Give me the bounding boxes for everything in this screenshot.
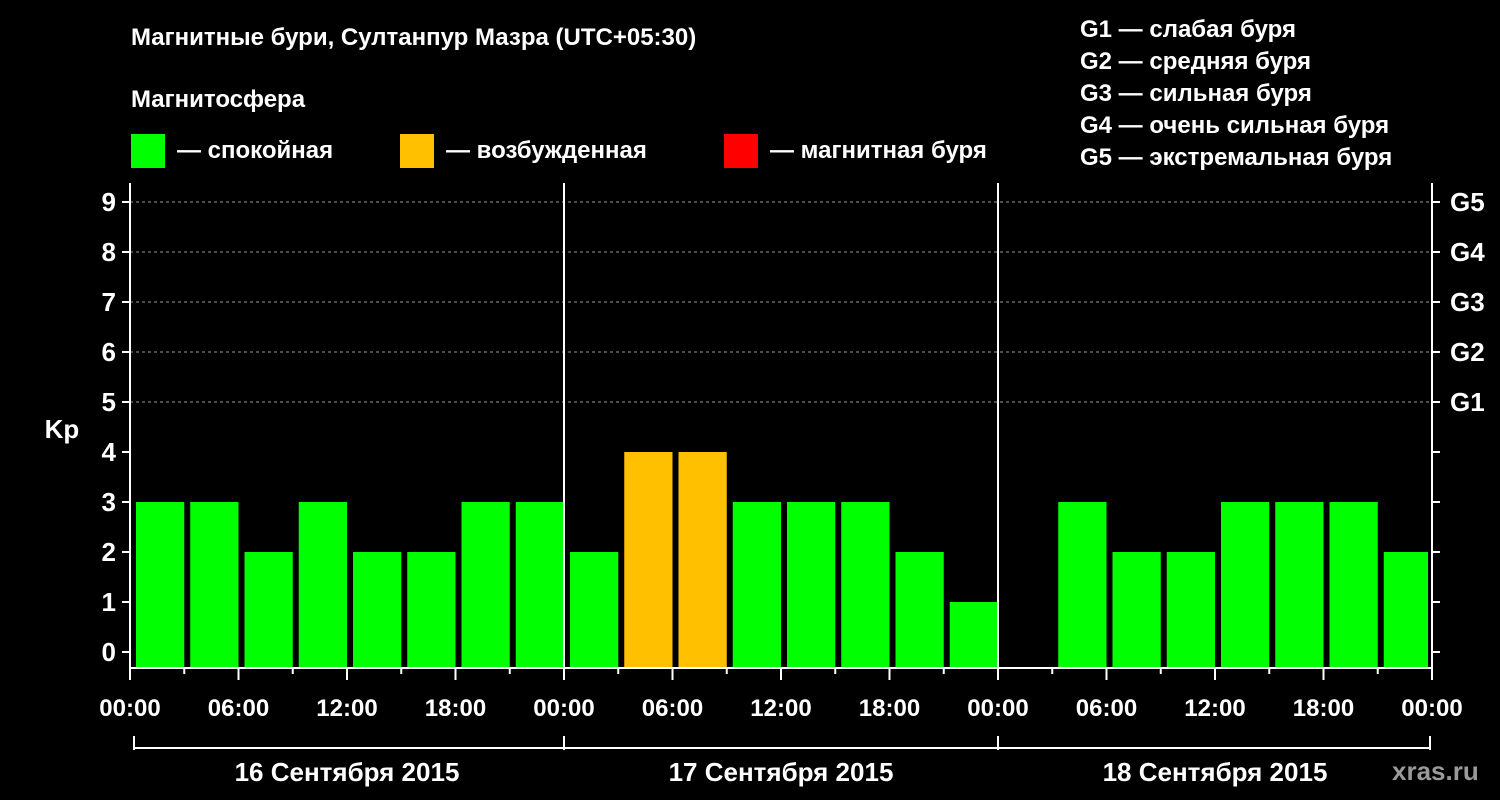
x-tick-label: 12:00 <box>316 695 377 722</box>
g-level-label: G3 <box>1450 287 1485 317</box>
kp-bar <box>1058 502 1107 668</box>
y-tick-label: 8 <box>102 237 116 267</box>
kp-bar <box>515 502 564 668</box>
y-tick-label: 4 <box>102 437 117 467</box>
watermark: xras.ru <box>1392 756 1479 786</box>
x-tick-label: 18:00 <box>1293 695 1354 722</box>
kp-bar <box>624 452 673 668</box>
kp-bar <box>570 552 619 668</box>
date-label: 17 Сентября 2015 <box>669 757 894 787</box>
x-tick-label: 06:00 <box>1076 695 1137 722</box>
kp-bar <box>1275 502 1324 668</box>
kp-bar <box>190 502 239 668</box>
kp-bar <box>1383 552 1428 668</box>
kp-bar <box>895 552 944 668</box>
x-tick-label: 00:00 <box>1401 695 1462 722</box>
kp-bar <box>678 452 727 668</box>
kp-bar <box>461 502 510 668</box>
g-level-label: G1 <box>1450 387 1485 417</box>
kp-bar <box>949 602 998 668</box>
y-tick-label: 7 <box>102 287 116 317</box>
kp-bar <box>353 552 402 668</box>
date-label: 18 Сентября 2015 <box>1103 757 1328 787</box>
y-tick-label: 9 <box>102 187 116 217</box>
kp-bar <box>1112 552 1161 668</box>
y-tick-label: 1 <box>102 587 116 617</box>
g-level-label: G2 <box>1450 337 1485 367</box>
y-tick-label: 5 <box>102 387 116 417</box>
kp-bar <box>787 502 836 668</box>
g-level-label: G5 <box>1450 187 1485 217</box>
kp-bar <box>1221 502 1270 668</box>
kp-bar <box>244 552 293 668</box>
g-level-label: G4 <box>1450 237 1485 267</box>
y-tick-label: 3 <box>102 487 116 517</box>
y-tick-label: 2 <box>102 537 116 567</box>
kp-bar <box>136 502 185 668</box>
kp-bar <box>298 502 347 668</box>
kp-bar-chart: 0 1 2 3 4 5 6 7 8 9 G1 G2 G3 G4 G5 Kp 00:00 06:00 12:00 18:… <box>45 183 1485 787</box>
x-tick-label: 12:00 <box>750 695 811 722</box>
x-tick-label: 00:00 <box>533 695 594 722</box>
kp-bar <box>1329 502 1378 668</box>
y-tick-label: 0 <box>102 637 116 667</box>
y-tick-label: 6 <box>102 337 116 367</box>
x-tick-label: 06:00 <box>208 695 269 722</box>
kp-bar <box>732 502 781 668</box>
x-tick-label: 12:00 <box>1184 695 1245 722</box>
kp-bar <box>1166 552 1215 668</box>
date-label: 16 Сентября 2015 <box>235 757 460 787</box>
x-tick-label: 06:00 <box>642 695 703 722</box>
y-axis-label: Kp <box>45 414 80 444</box>
x-tick-label: 18:00 <box>859 695 920 722</box>
x-tick-label: 18:00 <box>425 695 486 722</box>
kp-bar <box>841 502 890 668</box>
kp-bar <box>407 552 456 668</box>
x-tick-label: 00:00 <box>99 695 160 722</box>
x-tick-label: 00:00 <box>967 695 1028 722</box>
